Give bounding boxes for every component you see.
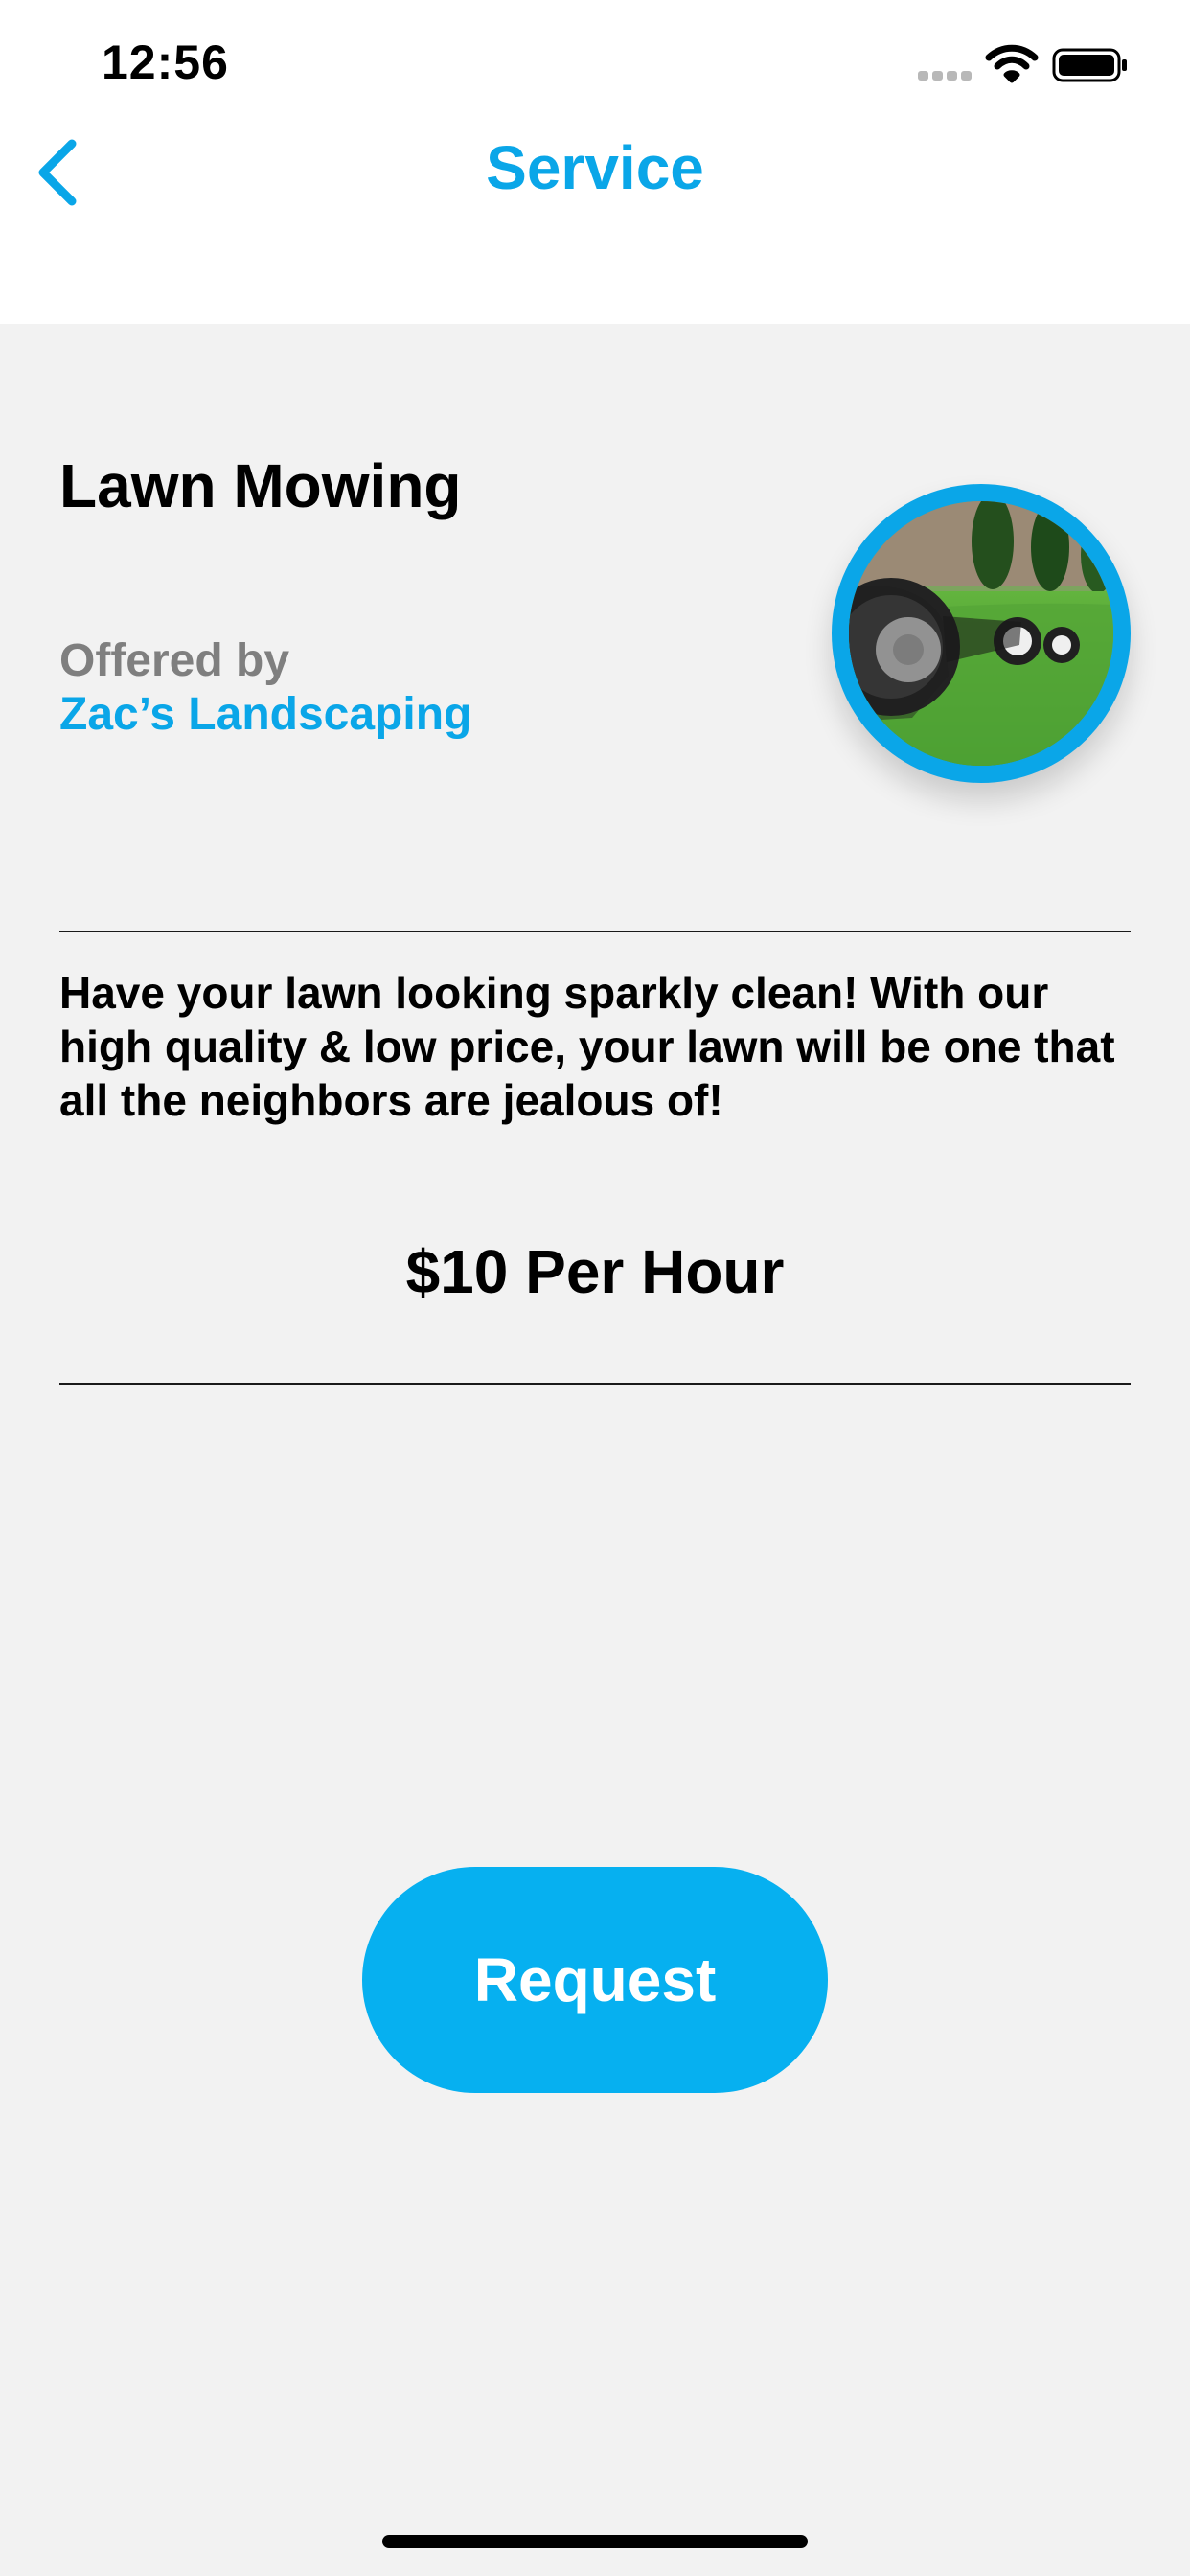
home-indicator [382, 2535, 808, 2548]
service-image [832, 484, 1131, 783]
wifi-icon [985, 44, 1039, 83]
service-price: $10 Per Hour [405, 1237, 785, 1306]
signal-icon [918, 71, 973, 80]
service-name: Lawn Mowing [59, 451, 462, 520]
lawn-mower-icon [849, 501, 1113, 766]
provider-link[interactable]: Zac’s Landscaping [59, 688, 471, 741]
navigation-header: 12:56 Service [0, 0, 1190, 324]
battery-icon [1052, 48, 1127, 82]
offered-by-label: Offered by [59, 635, 290, 686]
page-title: Service [486, 133, 704, 202]
top-divider [59, 931, 1131, 932]
status-time: 12:56 [102, 35, 229, 89]
bottom-divider [59, 1383, 1131, 1385]
service-description: Have your lawn looking sparkly clean! Wi… [59, 968, 1115, 1125]
request-button[interactable]: Request [362, 1867, 828, 2093]
